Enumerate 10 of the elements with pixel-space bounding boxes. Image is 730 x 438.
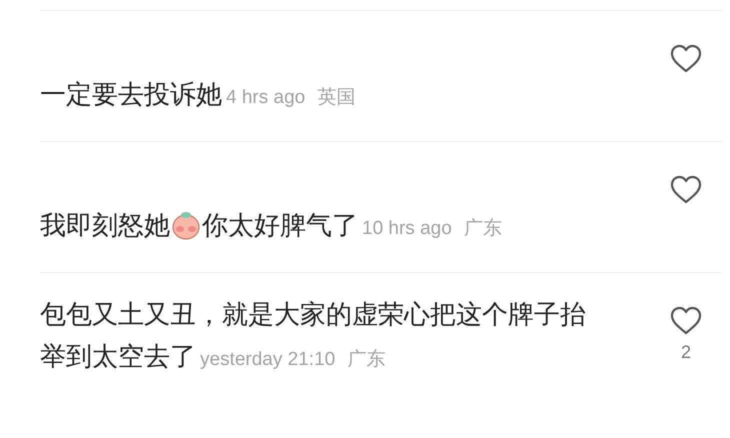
heart-icon[interactable] [670,44,702,74]
comment-text: 一定要去投诉她 4 hrs ago 英国 [40,79,356,112]
like-count: 2 [680,342,691,363]
comment-text: 包包又土又丑，就是大家的虚荣心把这个牌子抬举到太空去了 yesterday 21:10 广东 [40,299,587,374]
heart-icon[interactable] [670,306,702,336]
comment-location: 广东 [464,218,502,239]
heart-icon[interactable] [670,175,702,205]
comment-text: 你太好脾气了 [202,211,358,241]
comment-time: 10 hrs ago [362,218,452,239]
comment-text: 我即刻怒她 [40,211,170,241]
